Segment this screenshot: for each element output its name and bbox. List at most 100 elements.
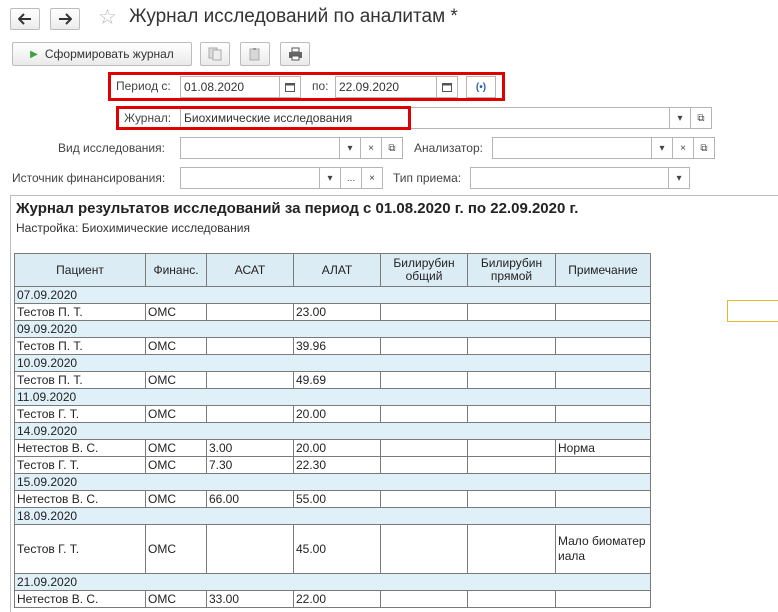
printer-icon (288, 47, 302, 61)
cell-patient: Нетестов В. С. (14, 590, 146, 608)
cell-finance: ОМС (145, 590, 207, 608)
cell-asat: 7.30 (206, 456, 294, 474)
reception-input[interactable] (470, 167, 669, 189)
cell-bilirubin-direct (467, 590, 556, 608)
table-row: Нетестов В. С. ОМС 66.00 55.00 (14, 490, 651, 508)
cell-note (555, 371, 651, 389)
funding-clear-button[interactable]: × (361, 167, 383, 189)
research-type-clear-button[interactable]: × (360, 137, 382, 159)
cell-patient: Тестов П. Т. (14, 303, 146, 321)
cell-asat: 66.00 (206, 490, 294, 508)
group-date: 09.09.2020 (14, 320, 651, 338)
cell-bilirubin-total (380, 405, 468, 423)
group-date: 18.09.2020 (14, 507, 651, 525)
cell-bilirubin-total (380, 490, 468, 508)
table-row: Нетестов В. С. ОМС 3.00 20.00 Норма (14, 439, 651, 457)
cell-bilirubin-total (380, 337, 468, 355)
print-button[interactable] (280, 42, 310, 66)
selected-cell[interactable] (727, 300, 778, 322)
research-type-open-button[interactable]: ⧉ (381, 137, 403, 159)
cell-note: Норма (555, 439, 651, 457)
open-icon: ⧉ (697, 112, 705, 124)
column-header-patient: Пациент (14, 253, 146, 287)
open-icon: ⧉ (700, 142, 708, 154)
date-group-row: 10.09.2020 (14, 354, 651, 372)
copy-button[interactable] (200, 42, 230, 66)
cell-finance: ОМС (145, 490, 207, 508)
cell-patient: Тестов П. Т. (14, 337, 146, 355)
generate-report-label: Сформировать журнал (44, 47, 174, 61)
cell-bilirubin-direct (467, 490, 556, 508)
clear-icon: × (368, 142, 374, 154)
journal-open-button[interactable]: ⧉ (690, 107, 712, 129)
cell-asat (206, 303, 294, 321)
paste-icon (249, 48, 260, 61)
funding-select-button[interactable]: ... (340, 167, 362, 189)
cell-bilirubin-direct (467, 524, 556, 574)
chevron-down-icon: ▾ (677, 112, 683, 124)
table-row: Тестов П. Т. ОМС 39.96 (14, 337, 651, 355)
cell-bilirubin-total (380, 439, 468, 457)
chevron-down-icon: ▾ (347, 142, 353, 154)
table-row: Тестов П. Т. ОМС 49.69 (14, 371, 651, 389)
cell-note: Мало биоматериала (555, 524, 651, 574)
forward-button[interactable] (50, 8, 80, 30)
cell-alat: 49.69 (293, 371, 381, 389)
cell-asat (206, 524, 294, 574)
cell-bilirubin-total (380, 371, 468, 389)
cell-patient: Тестов Г. Т. (14, 456, 146, 474)
date-group-row: 21.09.2020 (14, 573, 651, 591)
research-type-dropdown-button[interactable]: ▾ (339, 137, 361, 159)
cell-asat: 3.00 (206, 439, 294, 457)
arrow-left-icon (18, 13, 31, 25)
cell-alat: 55.00 (293, 490, 381, 508)
cell-finance: ОМС (145, 371, 207, 389)
cell-bilirubin-direct (467, 456, 556, 474)
reception-dropdown-button[interactable]: ▾ (668, 167, 690, 189)
funding-dropdown-button[interactable]: ▾ (319, 167, 341, 189)
highlight-journal (116, 106, 411, 130)
cell-patient: Тестов П. Т. (14, 371, 146, 389)
research-type-input[interactable] (180, 137, 340, 159)
column-header-alat: АЛАТ (293, 253, 381, 287)
table-header-row: Пациент Финанс. АСАТ АЛАТ Билирубин общий Бил… (14, 253, 651, 287)
cell-finance: ОМС (145, 405, 207, 423)
report-document[interactable]: Журнал результатов исследований за перио… (10, 195, 778, 612)
cell-patient: Нетестов В. С. (14, 439, 146, 457)
cell-alat: 45.00 (293, 524, 381, 574)
cell-alat: 20.00 (293, 405, 381, 423)
cell-patient: Нетестов В. С. (14, 490, 146, 508)
date-group-row: 07.09.2020 (14, 286, 651, 304)
cell-finance: ОМС (145, 524, 207, 574)
funding-input[interactable] (180, 167, 320, 189)
paste-button[interactable] (240, 42, 270, 66)
group-date: 11.09.2020 (14, 388, 651, 406)
cell-patient: Тестов Г. Т. (14, 524, 146, 574)
cell-bilirubin-total (380, 303, 468, 321)
clear-icon: × (369, 172, 375, 184)
table-row: Нетестов В. С. ОМС 33.00 22.00 (14, 590, 651, 608)
open-icon: ⧉ (388, 142, 396, 154)
cell-note (555, 590, 651, 608)
clear-icon: × (680, 142, 686, 154)
analyzer-label: Анализатор: (414, 141, 483, 155)
table-row: Тестов Г. Т. ОМС 20.00 (14, 405, 651, 423)
back-button[interactable] (10, 8, 40, 30)
funding-label: Источник финансирования: (12, 171, 166, 185)
cell-note (555, 490, 651, 508)
favorite-star-icon[interactable]: ☆ (98, 5, 117, 30)
date-group-row: 14.09.2020 (14, 422, 651, 440)
cell-finance: ОМС (145, 337, 207, 355)
analyzer-open-button[interactable]: ⧉ (693, 137, 715, 159)
journal-dropdown-button[interactable]: ▾ (669, 107, 691, 129)
cell-bilirubin-total (380, 456, 468, 474)
date-group-row: 11.09.2020 (14, 388, 651, 406)
date-group-row: 15.09.2020 (14, 473, 651, 491)
generate-report-button[interactable]: ▶ Сформировать журнал (12, 42, 192, 66)
arrow-right-icon (59, 13, 72, 25)
date-group-row: 09.09.2020 (14, 320, 651, 338)
analyzer-clear-button[interactable]: × (672, 137, 694, 159)
cell-finance: ОМС (145, 439, 207, 457)
analyzer-input[interactable] (492, 137, 652, 159)
analyzer-dropdown-button[interactable]: ▾ (651, 137, 673, 159)
